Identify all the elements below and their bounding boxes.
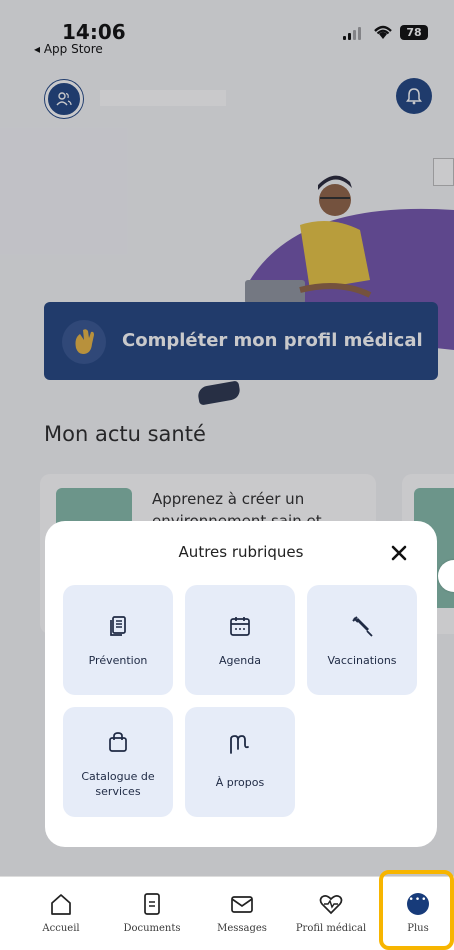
- other-sections-modal: Autres rubriques Prévention Agenda Vacci…: [45, 521, 437, 847]
- document-icon: [144, 893, 160, 915]
- plus-highlight-frame: [379, 870, 454, 950]
- nav-label: Accueil: [42, 923, 80, 934]
- tile-about[interactable]: À propos: [185, 707, 295, 817]
- nav-item-messages[interactable]: Messages: [206, 891, 278, 947]
- calendar-icon: [230, 617, 250, 636]
- nav-item-documents[interactable]: Documents: [114, 891, 190, 947]
- nav-label: Documents: [123, 923, 181, 934]
- tile-vaccinations[interactable]: Vaccinations: [307, 585, 417, 695]
- nav-label: Profil médical: [295, 923, 367, 934]
- nav-item-medical-profile[interactable]: Profil médical: [286, 891, 376, 947]
- heart-pulse-icon: [319, 895, 343, 915]
- syringe-icon: [352, 616, 373, 637]
- tile-services-catalog[interactable]: Catalogue de services: [63, 707, 173, 817]
- tile-agenda[interactable]: Agenda: [185, 585, 295, 695]
- document-stack-icon: [110, 616, 126, 636]
- m-logo-icon: [230, 735, 249, 754]
- tile-label: À propos: [215, 776, 265, 789]
- tile-label: Prévention: [88, 654, 148, 667]
- tile-label: Agenda: [219, 654, 261, 667]
- shopping-bag-icon: [109, 732, 127, 752]
- close-icon: [391, 545, 407, 561]
- modal-title: Autres rubriques: [178, 543, 304, 561]
- home-icon: [51, 894, 71, 915]
- tile-prevention[interactable]: Prévention: [63, 585, 173, 695]
- nav-label: Messages: [217, 923, 267, 934]
- tile-label: Catalogue de services: [81, 770, 155, 798]
- nav-item-home[interactable]: Accueil: [36, 891, 86, 947]
- mail-icon: [231, 896, 253, 913]
- tile-label: Vaccinations: [327, 654, 397, 667]
- close-button[interactable]: [385, 539, 413, 567]
